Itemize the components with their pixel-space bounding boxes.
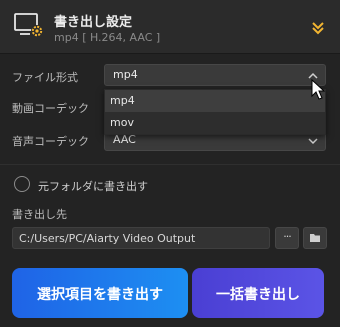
more-options-button[interactable]: ··· [275,227,299,249]
header-subtitle: mp4 [ H.264, AAC ] [54,31,161,44]
export-selected-button[interactable]: 選択項目を書き出す [12,268,188,318]
header-title: 書き出し設定 [54,15,133,30]
open-folder-button[interactable] [303,227,327,249]
format-label: ファイル形式 [12,71,78,84]
export-all-label: 一括書き出し [216,287,300,303]
format-option-mp4[interactable]: mp4 [105,90,325,112]
format-option-label: mov [110,116,134,129]
destination-path-field[interactable]: C:/Users/PC/Aiarty Video Output [12,227,270,249]
export-selected-label: 選択項目を書き出す [37,287,163,303]
export-all-button[interactable]: 一括書き出し [192,268,324,318]
export-to-source-checkbox[interactable] [14,176,30,192]
audio-codec-label: 音声コーデック [12,135,89,148]
format-select[interactable]: mp4 [104,64,326,86]
chevron-down-icon [308,138,318,145]
mouse-cursor-icon [311,79,326,100]
format-option-label: mp4 [110,94,135,107]
folder-icon [310,234,320,242]
export-settings-header[interactable]: 書き出し設定 mp4 [ H.264, AAC ] [0,0,340,54]
destination-path-value: C:/Users/PC/Aiarty Video Output [19,232,196,245]
export-to-source-label[interactable]: 元フォルダに書き出す [38,178,148,194]
format-dropdown-list: mp4 mov [104,89,326,135]
export-settings-panel: 書き出し設定 mp4 [ H.264, AAC ] ファイル形式 mp4 動画コ… [0,0,340,327]
monitor-gear-icon [14,13,43,37]
format-option-mov[interactable]: mov [105,112,325,134]
video-codec-label: 動画コーデック [12,102,89,115]
destination-label: 書き出し先 [12,208,67,221]
ellipsis-label: ··· [283,230,292,243]
format-selected-value: mp4 [113,68,138,81]
collapse-chevron-icon[interactable] [310,20,326,36]
section-divider [0,164,340,165]
